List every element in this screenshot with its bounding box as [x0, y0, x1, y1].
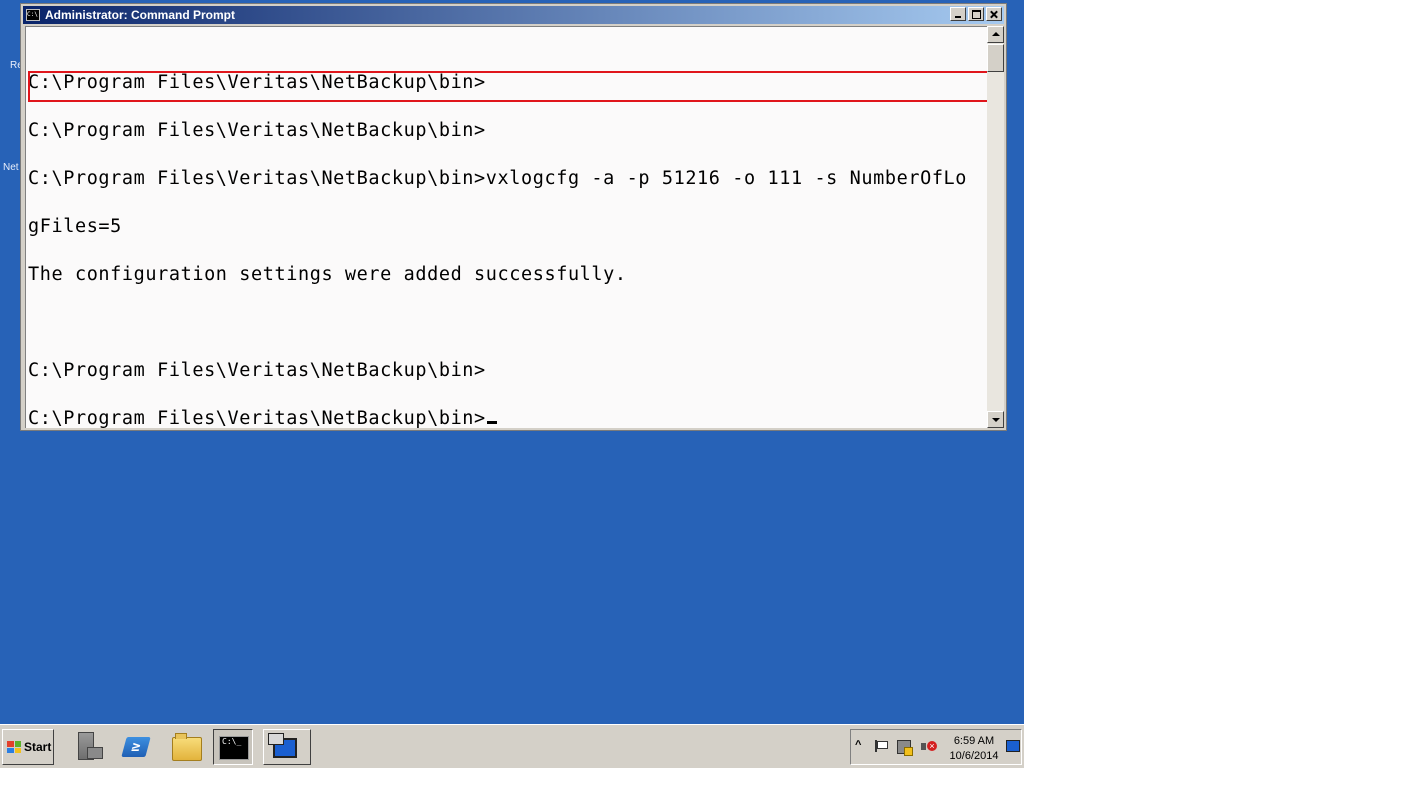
- show-hidden-icons-chevron-icon[interactable]: ^: [855, 739, 861, 751]
- powershell-icon: ≥: [121, 737, 151, 757]
- command-highlight-box: [28, 71, 987, 102]
- console-command-line-wrap: gFiles=5: [28, 216, 122, 237]
- windows-explorer-icon: [172, 733, 202, 761]
- window-controls: [950, 7, 1002, 21]
- scrollbar-thumb[interactable]: [987, 44, 1004, 72]
- taskbar: Start ≥ C:\_ ^ 6:59 AM 10/6/2014: [0, 724, 1024, 768]
- minimize-button[interactable]: [950, 7, 966, 21]
- system-tray: ^ 6:59 AM 10/6/2014: [850, 729, 1022, 765]
- start-button[interactable]: Start: [2, 729, 54, 765]
- clock-time: 6:59 AM: [953, 735, 995, 747]
- command-prompt-window[interactable]: C:\ Administrator: Command Prompt C:\Pro…: [20, 3, 1007, 431]
- close-button[interactable]: [986, 7, 1002, 21]
- maximize-button[interactable]: [968, 7, 984, 21]
- console-prompt: C:\Program Files\Veritas\NetBackup\bin>: [28, 408, 486, 428]
- server-manager-icon: [78, 732, 103, 760]
- tray-clock[interactable]: 6:59 AM 10/6/2014: [945, 734, 1003, 764]
- taskbar-server-manager[interactable]: [66, 729, 106, 765]
- console-line: C:\Program Files\Veritas\NetBackup\bin>: [28, 360, 486, 381]
- network-icon[interactable]: [897, 740, 913, 756]
- scroll-up-arrow-icon[interactable]: [987, 26, 1004, 43]
- console-prompt-line: C:\Program Files\Veritas\NetBackup\bin>: [28, 408, 967, 428]
- scroll-down-arrow-icon[interactable]: [987, 411, 1004, 428]
- console-success-message: The configuration settings were added su…: [28, 264, 627, 285]
- show-desktop-icon[interactable]: [1006, 740, 1020, 752]
- cmd-window-icon[interactable]: C:\: [26, 9, 40, 21]
- console-command-line: C:\Program Files\Veritas\NetBackup\bin>v…: [28, 168, 968, 189]
- action-center-flag-icon[interactable]: [875, 740, 888, 752]
- window-titlebar[interactable]: C:\ Administrator: Command Prompt: [23, 6, 1004, 24]
- clock-date: 10/6/2014: [949, 750, 999, 762]
- console-line: C:\Program Files\Veritas\NetBackup\bin>: [28, 120, 486, 141]
- taskbar-windows-explorer[interactable]: [166, 729, 206, 765]
- console-output[interactable]: C:\Program Files\Veritas\NetBackup\bin> …: [25, 26, 987, 428]
- remote-desktop-icon: [268, 733, 297, 758]
- taskbar-remote-desktop[interactable]: [263, 729, 311, 765]
- command-prompt-icon: C:\_: [219, 736, 249, 760]
- taskbar-command-prompt[interactable]: C:\_: [213, 729, 253, 765]
- desktop: Re Net C:\ Administrator: Command Prompt…: [0, 0, 1024, 724]
- windows-logo-icon: [7, 741, 21, 753]
- window-title: Administrator: Command Prompt: [45, 8, 236, 22]
- text-cursor: [486, 421, 497, 424]
- taskbar-powershell[interactable]: ≥: [116, 729, 156, 765]
- vertical-scrollbar[interactable]: [987, 26, 1004, 428]
- start-label: Start: [24, 740, 52, 754]
- desktop-icon-label-fragment[interactable]: Net: [3, 162, 19, 173]
- volume-muted-icon[interactable]: [921, 740, 937, 754]
